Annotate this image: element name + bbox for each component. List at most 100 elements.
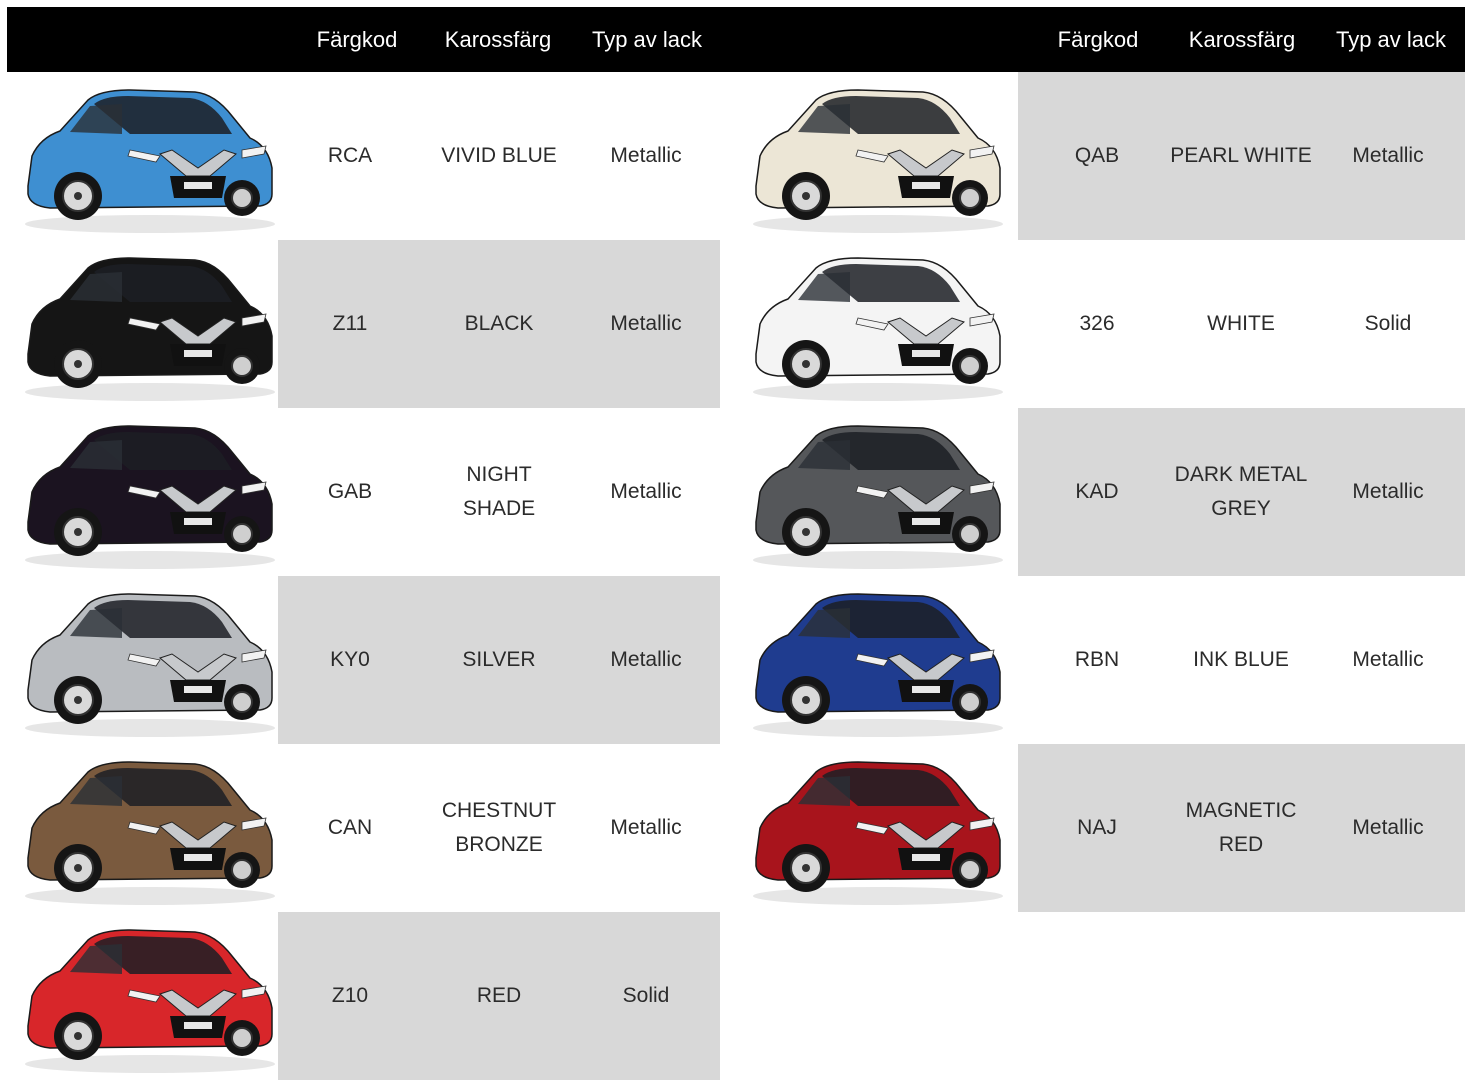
paint-type: Metallic [610,480,682,503]
car-illustration [753,425,1003,569]
color-code-cell: Z11 [280,240,420,408]
body-color-name: VIVID BLUE [441,139,557,173]
paint-type: Metallic [610,648,682,671]
color-code: NAJ [1077,816,1117,839]
body-color-name: WHITE [1207,307,1275,341]
body-color-line: CHESTNUT [441,799,557,822]
body-color-cell: VIVID BLUE [420,72,578,240]
body-color-line: VIVID BLUE [441,144,557,167]
body-color-cell: CHESTNUT BRONZE [420,744,578,912]
paint-type: Metallic [610,312,682,335]
paint-type-cell: Metallic [1316,576,1460,744]
body-color-line: DARK METAL [1174,463,1308,486]
car-image [738,412,1008,572]
color-code-cell: CAN [280,744,420,912]
color-code: RCA [327,144,373,167]
body-color-line: RED [1218,833,1264,856]
paint-type: Solid [1364,312,1412,335]
color-code: Z10 [331,984,369,1007]
color-code: Z11 [332,312,368,335]
body-color-name: PEARL WHITE [1170,139,1312,173]
car-illustration [25,929,275,1073]
car-illustration [25,89,275,233]
table-header: Färgkod Karossfärg Typ av lack Färgkod K… [7,7,1465,72]
paint-type-cell: Solid [1316,240,1460,408]
body-color-name: SILVER [462,643,535,677]
body-color-name: INK BLUE [1193,643,1289,677]
header-body-color-right: Karossfärg [1188,27,1296,52]
body-color-cell: SILVER [420,576,578,744]
car-illustration [753,89,1003,233]
car-image [10,244,280,404]
body-color-line: INK BLUE [1193,648,1289,671]
color-code: KY0 [330,648,370,671]
car-illustration [25,425,275,569]
color-code-cell: NAJ [1024,744,1170,912]
body-color-line: NIGHT [466,463,532,486]
car-image [10,412,280,572]
color-code: CAN [327,816,373,839]
body-color-line: WHITE [1207,312,1275,335]
car-image [738,244,1008,404]
car-illustration [753,593,1003,737]
body-color-cell: MAGNETIC RED [1164,744,1318,912]
color-code-cell: 326 [1024,240,1170,408]
body-color-line: PEARL WHITE [1170,144,1312,167]
car-image [10,748,280,908]
body-color-name: NIGHT SHADE [463,458,535,526]
car-image [10,580,280,740]
car-illustration [25,761,275,905]
paint-type-cell: Metallic [572,744,720,912]
car-image [10,76,280,236]
header-body-color-left: Karossfärg [444,27,552,52]
car-image [738,748,1008,908]
color-code-cell: GAB [280,408,420,576]
car-illustration [25,593,275,737]
body-color-line: GREY [1211,497,1271,520]
body-color-cell: RED [420,912,578,1080]
header-color-code-left: Färgkod [316,27,398,52]
car-image [738,76,1008,236]
color-code-cell: RBN [1024,576,1170,744]
color-code-cell: KY0 [280,576,420,744]
body-color-name: MAGNETIC RED [1186,794,1297,862]
paint-type: Solid [622,984,670,1007]
paint-type-cell: Metallic [1316,72,1460,240]
header-paint-type-left: Typ av lack [591,27,703,52]
color-code: 326 [1079,312,1115,335]
color-code-cell: KAD [1024,408,1170,576]
paint-type-cell: Metallic [572,408,720,576]
body-color-cell: PEARL WHITE [1164,72,1318,240]
paint-type: Metallic [610,816,682,839]
color-code: QAB [1074,144,1120,167]
body-color-cell: NIGHT SHADE [420,408,578,576]
paint-type-cell: Metallic [1316,744,1460,912]
body-color-cell: INK BLUE [1164,576,1318,744]
paint-type-cell: Metallic [572,240,720,408]
body-color-line: BLACK [464,312,534,335]
body-color-cell: BLACK [420,240,578,408]
color-code: RBN [1074,648,1120,671]
color-code: GAB [327,480,373,503]
paint-type-cell: Metallic [1316,408,1460,576]
car-illustration [25,257,275,401]
color-code-cell: QAB [1024,72,1170,240]
paint-type: Metallic [1352,816,1424,839]
paint-type-cell: Solid [572,912,720,1080]
body-color-name: CHESTNUT BRONZE [442,794,556,862]
paint-type: Metallic [1352,144,1424,167]
color-code-cell: RCA [280,72,420,240]
paint-type: Metallic [1352,648,1424,671]
color-code: KAD [1075,480,1119,503]
color-code-cell: Z10 [280,912,420,1080]
paint-type-cell: Metallic [572,72,720,240]
body-color-line: MAGNETIC [1185,799,1297,822]
car-image [10,916,280,1076]
header-color-code-right: Färgkod [1057,27,1139,52]
body-color-line: SHADE [462,497,536,520]
paint-type-cell: Metallic [572,576,720,744]
car-illustration [753,761,1003,905]
header-paint-type-right: Typ av lack [1335,27,1447,52]
paint-type: Metallic [610,144,682,167]
body-color-name: DARK METAL GREY [1175,458,1308,526]
